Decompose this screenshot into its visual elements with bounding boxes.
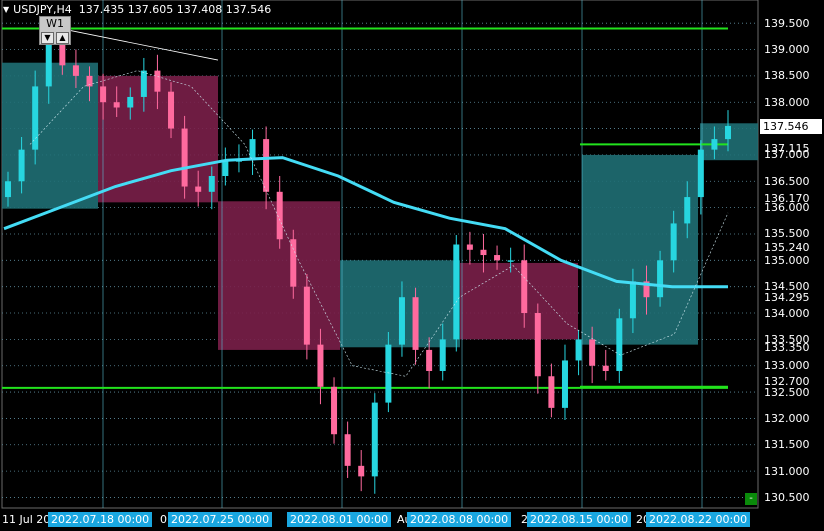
bull-candle — [629, 281, 636, 319]
bear-candle — [72, 65, 79, 76]
bull-candle — [222, 160, 229, 176]
price-tick-label: 136.500 — [764, 174, 810, 188]
bear-candle — [303, 286, 310, 345]
price-tick-label: 130.500 — [764, 490, 810, 504]
chart-header: ▼ USDJPY,H4 137.435 137.605 137.408 137.5… — [3, 3, 271, 16]
symbol-label: USDJPY,H4 — [13, 3, 72, 16]
bear-candle — [113, 102, 120, 108]
bear-candle — [331, 386, 338, 435]
session-date-label: 2022.08.15 00:00 — [527, 512, 632, 527]
current-price-box: 137.546 — [760, 119, 822, 135]
bull-candle — [398, 297, 405, 345]
bear-candle — [589, 339, 596, 366]
price-tick-label: 138.000 — [764, 95, 810, 109]
bull-candle — [32, 86, 39, 150]
bull-candle — [711, 139, 718, 150]
bear-candle — [426, 349, 433, 371]
session-date-label: 2022.07.18 00:00 — [48, 512, 153, 527]
w1-label: W1 — [46, 17, 64, 30]
price-tick-label: 133.000 — [764, 359, 810, 373]
bear-candle — [290, 239, 297, 287]
bull-candle — [5, 181, 11, 198]
price-tick-label: 139.500 — [764, 16, 810, 30]
bear-candle — [412, 297, 419, 350]
bull-candle — [439, 339, 446, 371]
bull-candle — [684, 197, 691, 224]
bull-candle — [18, 149, 25, 182]
bear-candle — [521, 260, 528, 314]
bear-candle — [534, 313, 541, 377]
price-marker-label: 134.295 — [764, 290, 810, 304]
bull-candle — [507, 260, 514, 262]
bull-candle — [208, 176, 215, 192]
bull-candle — [616, 318, 623, 371]
bull-candle — [575, 339, 582, 361]
bear-zone — [98, 75, 218, 203]
bear-candle — [195, 186, 202, 192]
bear-candle — [317, 344, 324, 387]
price-tick-label: 131.000 — [764, 464, 810, 478]
arrow-up-icon[interactable]: ▲ — [56, 32, 69, 44]
bear-candle — [344, 434, 351, 466]
bear-zone — [460, 262, 578, 340]
price-marker-label: 132.700 — [764, 375, 810, 389]
bear-candle — [100, 86, 107, 103]
time-tick-label: 0 — [160, 513, 167, 526]
chart-window[interactable]: ▼ USDJPY,H4 137.435 137.605 137.408 137.5… — [0, 0, 824, 531]
bull-candle — [561, 360, 568, 408]
bull-candle — [697, 149, 704, 198]
bear-candle — [168, 91, 175, 129]
dropdown-triangle-icon[interactable]: ▼ — [3, 5, 9, 14]
price-marker-label: 135.240 — [764, 241, 810, 255]
price-marker-label: 136.170 — [764, 192, 810, 206]
ohlc-readout: 137.435 137.605 137.408 137.546 — [78, 3, 272, 16]
price-tick-label: 135.000 — [764, 253, 810, 267]
bull-candle — [725, 125, 731, 140]
session-date-label: 2022.08.08 00:00 — [407, 512, 512, 527]
bear-candle — [466, 244, 473, 250]
bear-candle — [494, 255, 501, 261]
price-marker-label: 133.350 — [764, 340, 810, 354]
collapse-button[interactable]: - — [745, 493, 757, 505]
session-date-label: 2022.07.25 00:00 — [168, 512, 273, 527]
bear-candle — [480, 249, 487, 256]
bear-candle — [263, 139, 270, 192]
price-marker-label: 137.115 — [764, 142, 810, 156]
price-tick-label: 138.500 — [764, 69, 810, 83]
trend-line — [59, 28, 219, 61]
bull-candle — [249, 139, 256, 161]
price-tick-label: 139.000 — [764, 43, 810, 57]
price-tick-label: 132.000 — [764, 411, 810, 425]
bull-candle — [670, 223, 677, 261]
price-tick-label: 135.500 — [764, 227, 810, 241]
bear-candle — [548, 376, 555, 408]
session-date-label: 2022.08.22 00:00 — [646, 512, 751, 527]
bear-candle — [154, 70, 161, 92]
time-tick-label: 11 Jul 20 — [2, 513, 51, 526]
bull-zone — [582, 154, 698, 345]
bull-candle — [140, 70, 147, 97]
price-tick-label: 134.000 — [764, 306, 810, 320]
session-date-label: 2022.08.01 00:00 — [287, 512, 392, 527]
bull-candle — [453, 244, 460, 340]
w1-timeframe-widget[interactable]: W1 ▼ ▲ — [39, 16, 71, 45]
price-tick-label: 131.500 — [764, 438, 810, 452]
bull-candle — [127, 96, 134, 108]
bear-candle — [181, 128, 188, 187]
bull-candle — [371, 402, 378, 477]
bear-candle — [358, 465, 365, 477]
bull-candle — [385, 344, 392, 403]
bear-candle — [602, 365, 609, 371]
price-chart[interactable] — [0, 0, 824, 531]
bull-candle — [657, 260, 664, 298]
arrow-down-icon[interactable]: ▼ — [41, 32, 54, 44]
